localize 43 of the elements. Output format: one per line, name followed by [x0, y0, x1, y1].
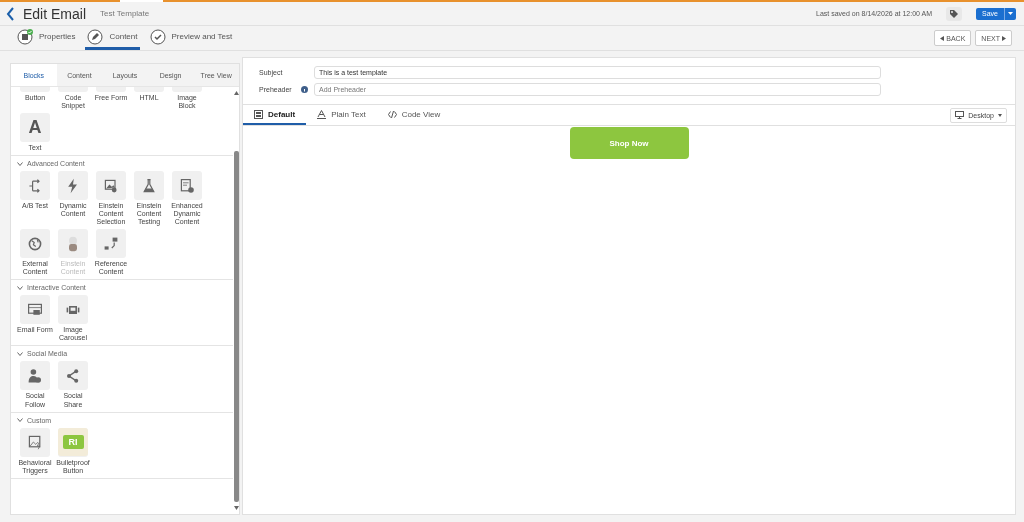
info-icon: [301, 86, 308, 93]
chevron-icon: [17, 284, 23, 291]
caret-icon: [1008, 11, 1013, 16]
triangle-icon: [940, 35, 945, 41]
pencil-icon: [87, 28, 105, 45]
step-tab[interactable]: Content: [85, 26, 140, 50]
triangle-icon: [1002, 35, 1006, 41]
code-icon: [387, 109, 397, 119]
scroll-down-icon: [233, 506, 239, 510]
letter-icon: A: [28, 117, 42, 139]
image-icon: [103, 177, 119, 194]
person-icon: [27, 367, 43, 384]
chevron-icon: [17, 417, 23, 424]
split-arrows-icon: [27, 177, 43, 194]
editor-tab[interactable]: Plain Text: [306, 105, 377, 125]
properties-icon: [17, 28, 34, 45]
monitor-icon: [955, 111, 965, 119]
text-a-icon: [317, 109, 327, 119]
editor-tab[interactable]: Code View: [376, 105, 452, 125]
template-name: Test Template: [100, 9, 150, 18]
chevron-icon: [17, 160, 23, 167]
check-circle-icon: [149, 28, 167, 45]
caret-icon: [998, 113, 1002, 117]
back-icon[interactable]: [6, 6, 15, 21]
window-icon: [27, 301, 43, 318]
button-shape-icon: RI: [62, 435, 84, 450]
scroll-up-icon: [233, 91, 239, 95]
step-tab[interactable]: Properties: [15, 26, 78, 50]
editor-tab[interactable]: Default: [243, 105, 307, 125]
scrollbar-thumb[interactable]: [233, 151, 239, 502]
tag-button[interactable]: [946, 6, 962, 21]
flask-icon: [141, 177, 157, 194]
step-tab[interactable]: Preview and Test: [147, 26, 235, 50]
connector-icon: [103, 235, 119, 252]
document-icon: [179, 177, 195, 194]
tag-icon: [949, 8, 959, 19]
image-icon: [27, 434, 43, 451]
chevron-icon: [17, 350, 23, 357]
share-icon: [65, 367, 81, 384]
page-title: Edit Email: [23, 5, 87, 22]
layout-icon: [254, 109, 263, 119]
save-menu-button[interactable]: [1004, 7, 1016, 20]
globe-icon: [27, 235, 43, 252]
